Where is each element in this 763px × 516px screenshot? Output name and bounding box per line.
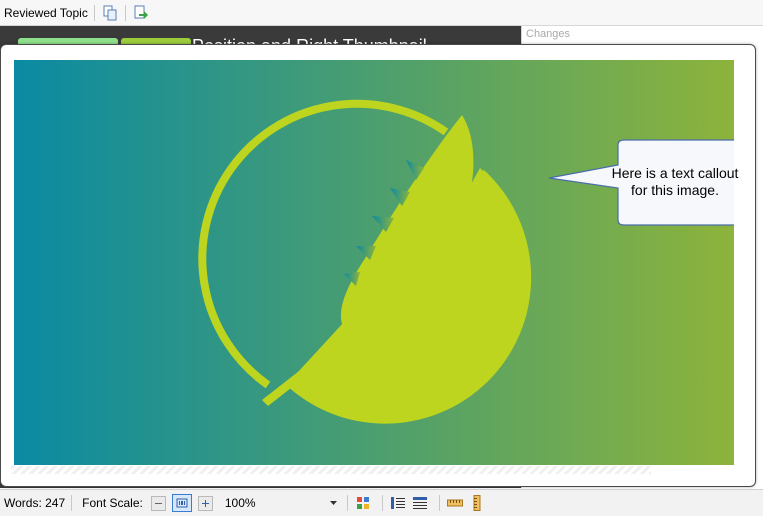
status-bar: Words: 247 Font Scale: 100% (0, 489, 763, 516)
callout-line-2: for this image. (631, 182, 719, 198)
font-scale-decrease-button[interactable] (150, 495, 166, 511)
callout-line-1: Here is a text callout (611, 165, 739, 181)
toolbar-separator (93, 4, 95, 21)
toolbar-separator (124, 4, 126, 21)
chevron-down-icon (329, 501, 337, 505)
status-separator (438, 495, 440, 511)
font-scale-label: Font Scale: (82, 496, 143, 510)
word-count: Words: 247 (4, 496, 66, 510)
status-separator (71, 495, 73, 511)
status-separator (346, 495, 348, 511)
font-scale-reset-button[interactable] (171, 494, 192, 512)
image-callout: Here is a text callout for this image. (604, 140, 746, 224)
show-structure-left-icon[interactable] (389, 494, 407, 512)
changes-title: Changes (526, 28, 571, 40)
status-separator (381, 495, 383, 511)
scroll-area-hatch (11, 466, 651, 474)
vertical-ruler-icon[interactable] (468, 494, 486, 512)
font-scale-increase-button[interactable] (197, 495, 213, 511)
horizontal-ruler-icon[interactable] (446, 494, 464, 512)
top-toolbar: Reviewed Topic (0, 0, 763, 26)
copy-icon[interactable] (101, 4, 119, 22)
image-popup (0, 44, 756, 487)
markup-colors-icon[interactable] (354, 494, 372, 512)
accept-changes-icon[interactable] (132, 4, 150, 22)
show-structure-top-icon[interactable] (411, 494, 429, 512)
zoom-select[interactable]: 100% (221, 494, 341, 512)
topic-title: Reviewed Topic (4, 5, 88, 20)
popup-image (14, 60, 734, 465)
zoom-value: 100% (224, 496, 256, 510)
